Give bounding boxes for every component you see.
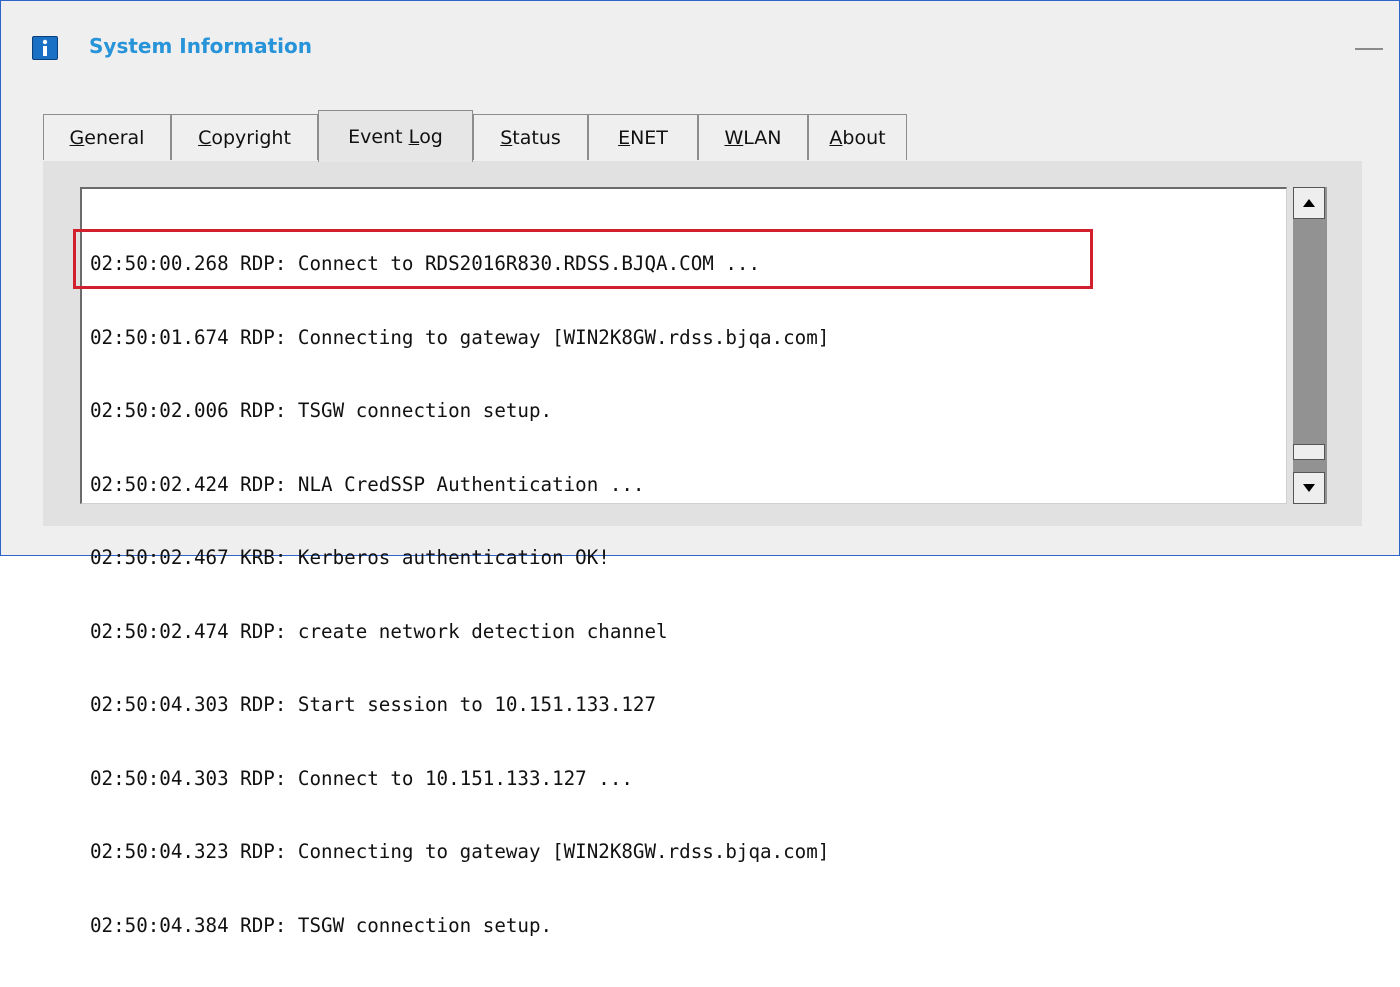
vertical-scrollbar[interactable] — [1293, 187, 1327, 504]
tab-event-log[interactable]: Event Log — [318, 110, 473, 162]
tab-label-pre: Event — [348, 125, 409, 148]
log-line: 02:50:04.303 RDP: Connect to 10.151.133.… — [90, 766, 633, 790]
log-line: 02:50:01.674 RDP: Connecting to gateway … — [90, 325, 830, 349]
log-line: 02:50:00.268 RDP: Connect to RDS2016R830… — [90, 252, 761, 275]
scroll-down-button[interactable] — [1293, 472, 1325, 504]
log-line: 02:50:04.303 RDP: Start session to 10.15… — [90, 693, 657, 716]
tab-label-mnemonic: G — [69, 126, 85, 149]
tab-label-mnemonic: W — [724, 126, 744, 149]
tab-label-mnemonic: E — [618, 126, 631, 149]
tab-general[interactable]: General — [43, 114, 171, 160]
tab-label-post: NET — [630, 126, 668, 149]
arrow-down-icon — [1303, 484, 1315, 492]
minimize-button[interactable] — [1355, 48, 1383, 50]
tab-label-mnemonic: S — [500, 126, 513, 149]
tab-about[interactable]: About — [808, 114, 907, 160]
log-line: 02:50:02.424 RDP: NLA CredSSP Authentica… — [90, 472, 645, 496]
info-icon — [32, 36, 58, 60]
tab-label-post: bout — [842, 126, 886, 149]
event-log-lines: 02:50:00.268 RDP: Connect to RDS2016R830… — [90, 203, 829, 987]
window-title: System Information — [89, 34, 312, 58]
tab-label-mnemonic: C — [198, 126, 212, 149]
tab-label-post: eneral — [84, 126, 145, 149]
scroll-up-button[interactable] — [1293, 187, 1325, 219]
arrow-up-icon — [1303, 199, 1315, 207]
tab-copyright[interactable]: Copyright — [171, 114, 318, 160]
log-line: 02:50:02.467 KRB: Kerberos authenticatio… — [90, 546, 610, 569]
event-log-textarea[interactable]: 02:50:00.268 RDP: Connect to RDS2016R830… — [80, 187, 1287, 937]
scroll-thumb[interactable] — [1293, 444, 1325, 461]
log-line: 02:50:02.474 RDP: create network detecti… — [90, 619, 668, 643]
tab-wlan[interactable]: W LAN — [698, 114, 808, 160]
tab-label-post: opyright — [211, 126, 291, 149]
tab-label-post: tatus — [512, 126, 561, 149]
log-line: 02:50:04.384 RDP: TSGW connection setup. — [90, 913, 553, 937]
tab-enet[interactable]: E NET — [588, 114, 698, 160]
tab-label-mnemonic: L — [408, 125, 420, 148]
tab-label-post: LAN — [743, 126, 782, 149]
tab-label-mnemonic: A — [829, 126, 843, 149]
log-line: 02:50:04.323 RDP: Connecting to gateway … — [90, 840, 830, 863]
tab-label-post: og — [419, 125, 443, 148]
tab-status[interactable]: Status — [473, 114, 588, 160]
system-information-window: System Information General Copyright Eve… — [0, 0, 1400, 937]
log-line: 02:50:02.006 RDP: TSGW connection setup. — [90, 399, 553, 422]
